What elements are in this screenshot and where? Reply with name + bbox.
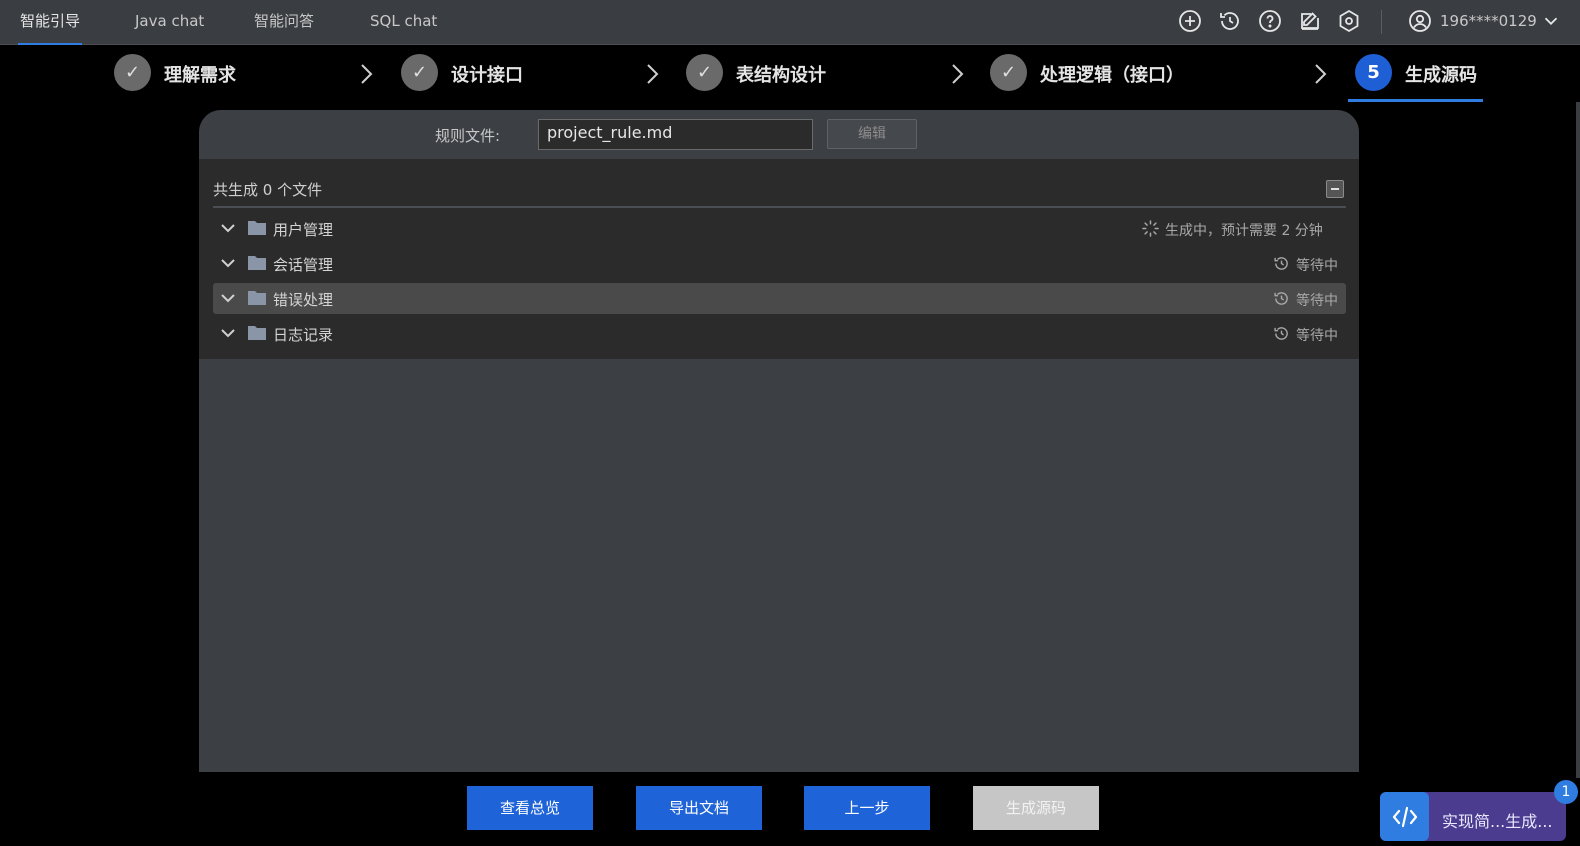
folder-name: 会话管理 (273, 256, 334, 274)
check-icon: ✓ (114, 54, 151, 91)
user-name[interactable]: 196****0129 (1440, 12, 1537, 30)
folder-icon (248, 291, 266, 305)
active-step-indicator (1348, 99, 1483, 102)
notification-badge: 1 (1554, 780, 1578, 804)
chevron-down-icon[interactable] (1540, 10, 1562, 32)
top-nav-bar: 智能引导 Java chat 智能问答 SQL chat 196****0129 (0, 0, 1580, 45)
file-group-row[interactable]: 错误处理 等待中 (213, 283, 1346, 314)
export-document-button[interactable]: 导出文档 (636, 786, 762, 830)
history-icon[interactable] (1218, 9, 1242, 33)
tab-smart-guide[interactable]: 智能引导 (18, 0, 83, 45)
step-label: 表结构设计 (736, 65, 826, 86)
chevron-down-icon[interactable] (219, 219, 237, 237)
divider (213, 206, 1346, 208)
edit-button[interactable]: 编辑 (827, 119, 917, 149)
folder-name: 错误处理 (273, 291, 334, 309)
folder-name: 用户管理 (273, 221, 334, 239)
history-icon (1274, 257, 1288, 270)
folder-icon (248, 256, 266, 270)
history-icon (1274, 327, 1288, 340)
add-circle-icon[interactable] (1178, 9, 1202, 33)
tab-sql-chat[interactable]: SQL chat (368, 0, 439, 45)
step-label: 设计接口 (451, 65, 523, 86)
file-group-row[interactable]: 日志记录 等待中 (213, 318, 1346, 349)
check-icon: ✓ (401, 54, 438, 91)
folder-icon (248, 326, 266, 340)
file-group-row[interactable]: 会话管理 等待中 (213, 248, 1346, 279)
user-circle-icon[interactable] (1408, 9, 1432, 33)
chevron-right-icon (1315, 64, 1327, 84)
help-icon[interactable] (1258, 9, 1282, 33)
step-label: 处理逻辑（接口） (1040, 65, 1184, 86)
toolbar-divider (1381, 10, 1382, 34)
step-label: 生成源码 (1405, 65, 1477, 86)
history-icon (1274, 292, 1288, 305)
edit-icon[interactable] (1298, 9, 1322, 33)
folder-icon (248, 221, 266, 235)
code-icon[interactable] (1380, 792, 1429, 841)
generation-status: 等待中 (1296, 293, 1338, 309)
chevron-down-icon[interactable] (219, 254, 237, 272)
scrollbar[interactable] (1576, 102, 1580, 778)
assistant-text[interactable]: 实现简...生成... (1442, 808, 1553, 832)
rule-file-input[interactable]: project_rule.md (538, 119, 813, 150)
step-number: 5 (1355, 54, 1392, 91)
chevron-down-icon[interactable] (219, 324, 237, 342)
generation-status: 生成中，预计需要 2 分钟 (1165, 223, 1323, 239)
check-icon: ✓ (990, 54, 1027, 91)
settings-icon[interactable] (1337, 9, 1361, 33)
folder-name: 日志记录 (273, 326, 334, 344)
file-count: 共生成 0 个文件 (213, 181, 323, 199)
chevron-right-icon (952, 64, 964, 84)
check-icon: ✓ (686, 54, 723, 91)
spinner-icon (1142, 220, 1159, 237)
rule-file-label: 规则文件: (435, 127, 501, 145)
tab-java-chat[interactable]: Java chat (133, 0, 206, 45)
view-overview-button[interactable]: 查看总览 (467, 786, 593, 830)
tab-smart-qa[interactable]: 智能问答 (252, 0, 316, 45)
generate-source-button[interactable]: 生成源码 (973, 786, 1099, 830)
chevron-right-icon (647, 64, 659, 84)
chevron-right-icon (361, 64, 373, 84)
generation-status: 等待中 (1296, 258, 1338, 274)
generation-status: 等待中 (1296, 328, 1338, 344)
file-group-row[interactable]: 用户管理 生成中，预计需要 2 分钟 (213, 213, 1346, 244)
chevron-down-icon[interactable] (219, 289, 237, 307)
step-label: 理解需求 (164, 65, 236, 86)
previous-step-button[interactable]: 上一步 (804, 786, 930, 830)
collapse-all-icon[interactable] (1326, 180, 1344, 198)
